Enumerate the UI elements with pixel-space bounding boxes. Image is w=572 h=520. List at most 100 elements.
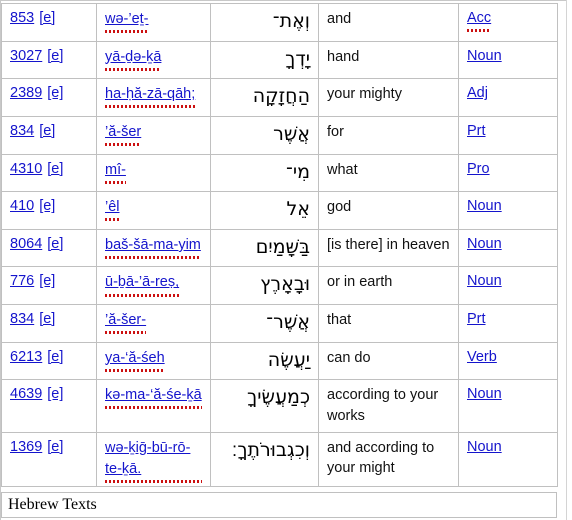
transliteration-cell: mî- xyxy=(96,153,211,193)
transliteration-link[interactable]: ū-ḇā-’ā-reṣ, xyxy=(105,274,179,290)
transliteration-link[interactable]: kə-ma-‘ă-śe-ḵā xyxy=(105,387,202,403)
interlinear-page: 853 [e] wə-’eṯ- וְאֶת־ and Acc 3027 [e] yā-ḏə-ḵā… xyxy=(0,0,572,520)
transliteration-link[interactable]: wə-ḵiḡ-bū-rō-te-ḵā. xyxy=(105,440,190,477)
part-of-speech-wrap: Noun xyxy=(467,236,502,252)
part-of-speech-link[interactable]: Prt xyxy=(467,311,486,327)
part-of-speech-cell: Acc xyxy=(458,3,558,42)
strongs-number-link[interactable]: 776 xyxy=(10,273,34,289)
english-gloss-cell: and according to your might xyxy=(318,431,459,488)
table-row: 4310 [e] mî- מִי־ what Pro xyxy=(1,153,558,193)
strongs-entry-link[interactable]: [e] xyxy=(39,123,55,139)
part-of-speech-wrap: Noun xyxy=(467,386,502,402)
part-of-speech-wrap: Noun xyxy=(467,198,502,214)
strongs-number-cell: 834 [e] xyxy=(1,304,97,343)
strongs-number-cell: 8064 [e] xyxy=(1,228,97,268)
transliteration-cell: ’ă-šer- xyxy=(96,304,211,343)
page-edge-top xyxy=(0,0,567,1)
hebrew-word-cell: וְכִגְבוּרֹתֶךָ׃ xyxy=(210,431,319,488)
part-of-speech-cell: Noun xyxy=(458,379,558,433)
part-of-speech-cell: Noun xyxy=(458,40,558,80)
strongs-entry-link[interactable]: [e] xyxy=(39,311,55,327)
strongs-number-link[interactable]: 3027 xyxy=(10,48,42,64)
strongs-entry-link[interactable]: [e] xyxy=(39,273,55,289)
strongs-number-link[interactable]: 853 xyxy=(10,10,34,26)
table-row: 834 [e] ’ă-šer אֲשֶׁר for Prt xyxy=(1,115,558,155)
hebrew-word-cell: אֵל xyxy=(210,191,319,230)
strongs-number-link[interactable]: 4310 xyxy=(10,161,42,177)
transliteration-link[interactable]: ya-‘ă-śeh xyxy=(105,350,165,366)
transliteration-link[interactable]: ’ă-šer- xyxy=(105,312,146,328)
part-of-speech-cell: Prt xyxy=(458,304,558,343)
part-of-speech-link[interactable]: Prt xyxy=(467,123,486,139)
part-of-speech-link[interactable]: Noun xyxy=(467,386,502,402)
part-of-speech-wrap: Noun xyxy=(467,439,502,455)
part-of-speech-link[interactable]: Noun xyxy=(467,236,502,252)
strongs-entry-link[interactable]: [e] xyxy=(47,48,63,64)
spellcheck-underline: ’ă-šer- xyxy=(105,310,147,335)
spellcheck-underline: wə-ḵiḡ-bū-rō-te-ḵā. xyxy=(105,438,202,484)
part-of-speech-link[interactable]: Noun xyxy=(467,439,502,455)
strongs-number-link[interactable]: 2389 xyxy=(10,85,42,101)
part-of-speech-link[interactable]: Noun xyxy=(467,198,502,214)
transliteration-cell: kə-ma-‘ă-śe-ḵā xyxy=(96,379,211,433)
footer-bar: Hebrew Texts xyxy=(1,492,557,518)
spellcheck-underline: ’êl xyxy=(105,197,120,222)
hebrew-word-cell: מִי־ xyxy=(210,153,319,193)
transliteration-cell: ya-‘ă-śeh xyxy=(96,341,211,381)
transliteration-link[interactable]: ’ă-šer xyxy=(105,124,141,140)
table-row: 2389 [e] ha-ḥă-zā-qāh; הַחֲזָקָה your mighty… xyxy=(1,78,558,117)
footer-label: Hebrew Texts xyxy=(8,496,97,513)
part-of-speech-cell: Noun xyxy=(458,228,558,268)
transliteration-link[interactable]: wə-’eṯ- xyxy=(105,11,149,27)
part-of-speech-link[interactable]: Noun xyxy=(467,273,502,289)
strongs-number-link[interactable]: 834 xyxy=(10,123,34,139)
part-of-speech-wrap: Verb xyxy=(467,349,497,365)
transliteration-link[interactable]: baš-šā-ma-yim xyxy=(105,237,201,253)
transliteration-link[interactable]: yā-ḏə-ḵā xyxy=(105,49,161,65)
transliteration-link[interactable]: ’êl xyxy=(105,199,120,215)
english-gloss-cell: your mighty xyxy=(318,78,459,117)
spellcheck-underline: ū-ḇā-’ā-reṣ, xyxy=(105,272,180,297)
part-of-speech-link[interactable]: Acc xyxy=(467,10,491,26)
strongs-number-link[interactable]: 4639 xyxy=(10,386,42,402)
strongs-number-cell: 4310 [e] xyxy=(1,153,97,193)
strongs-entry-link[interactable]: [e] xyxy=(47,161,63,177)
strongs-entry-link[interactable]: [e] xyxy=(47,349,63,365)
transliteration-link[interactable]: ha-ḥă-zā-qāh; xyxy=(105,86,195,102)
part-of-speech-wrap: Noun xyxy=(467,48,502,64)
part-of-speech-link[interactable]: Pro xyxy=(467,161,490,177)
strongs-entry-link[interactable]: [e] xyxy=(47,85,63,101)
strongs-number-link[interactable]: 834 xyxy=(10,311,34,327)
transliteration-link[interactable]: mî- xyxy=(105,162,126,178)
part-of-speech-wrap: Acc xyxy=(467,9,492,32)
table-row: 853 [e] wə-’eṯ- וְאֶת־ and Acc xyxy=(1,3,558,42)
part-of-speech-cell: Adj xyxy=(458,78,558,117)
part-of-speech-wrap: Pro xyxy=(467,161,490,177)
strongs-number-link[interactable]: 6213 xyxy=(10,349,42,365)
table-row: 410 [e] ’êl אֵל god Noun xyxy=(1,191,558,230)
part-of-speech-link[interactable]: Adj xyxy=(467,85,488,101)
strongs-number-link[interactable]: 1369 xyxy=(10,439,42,455)
strongs-entry-link[interactable]: [e] xyxy=(47,386,63,402)
table-row: 3027 [e] yā-ḏə-ḵā יָדְךָ hand Noun xyxy=(1,40,558,80)
strongs-entry-link[interactable]: [e] xyxy=(39,10,55,26)
part-of-speech-link[interactable]: Verb xyxy=(467,349,497,365)
strongs-number-cell: 4639 [e] xyxy=(1,379,97,433)
strongs-entry-link[interactable]: [e] xyxy=(47,236,63,252)
english-gloss-cell: can do xyxy=(318,341,459,381)
strongs-number-link[interactable]: 8064 xyxy=(10,236,42,252)
part-of-speech-cell: Noun xyxy=(458,191,558,230)
table-row: 1369 [e] wə-ḵiḡ-bū-rō-te-ḵā. וְכִגְבוּרֹתֶך… xyxy=(1,431,558,488)
strongs-entry-link[interactable]: [e] xyxy=(39,198,55,214)
strongs-entry-link[interactable]: [e] xyxy=(47,439,63,455)
transliteration-cell: baš-šā-ma-yim xyxy=(96,228,211,268)
interlinear-table-body: 853 [e] wə-’eṯ- וְאֶת־ and Acc 3027 [e] yā-ḏə-ḵā… xyxy=(1,3,558,488)
hebrew-word-cell: יַעֲשֶׂה xyxy=(210,341,319,381)
hebrew-word-cell: וְאֶת־ xyxy=(210,3,319,42)
page-edge-right xyxy=(566,0,567,520)
strongs-number-link[interactable]: 410 xyxy=(10,198,34,214)
strongs-number-cell: 834 [e] xyxy=(1,115,97,155)
transliteration-cell: ha-ḥă-zā-qāh; xyxy=(96,78,211,117)
part-of-speech-link[interactable]: Noun xyxy=(467,48,502,64)
part-of-speech-cell: Noun xyxy=(458,266,558,306)
